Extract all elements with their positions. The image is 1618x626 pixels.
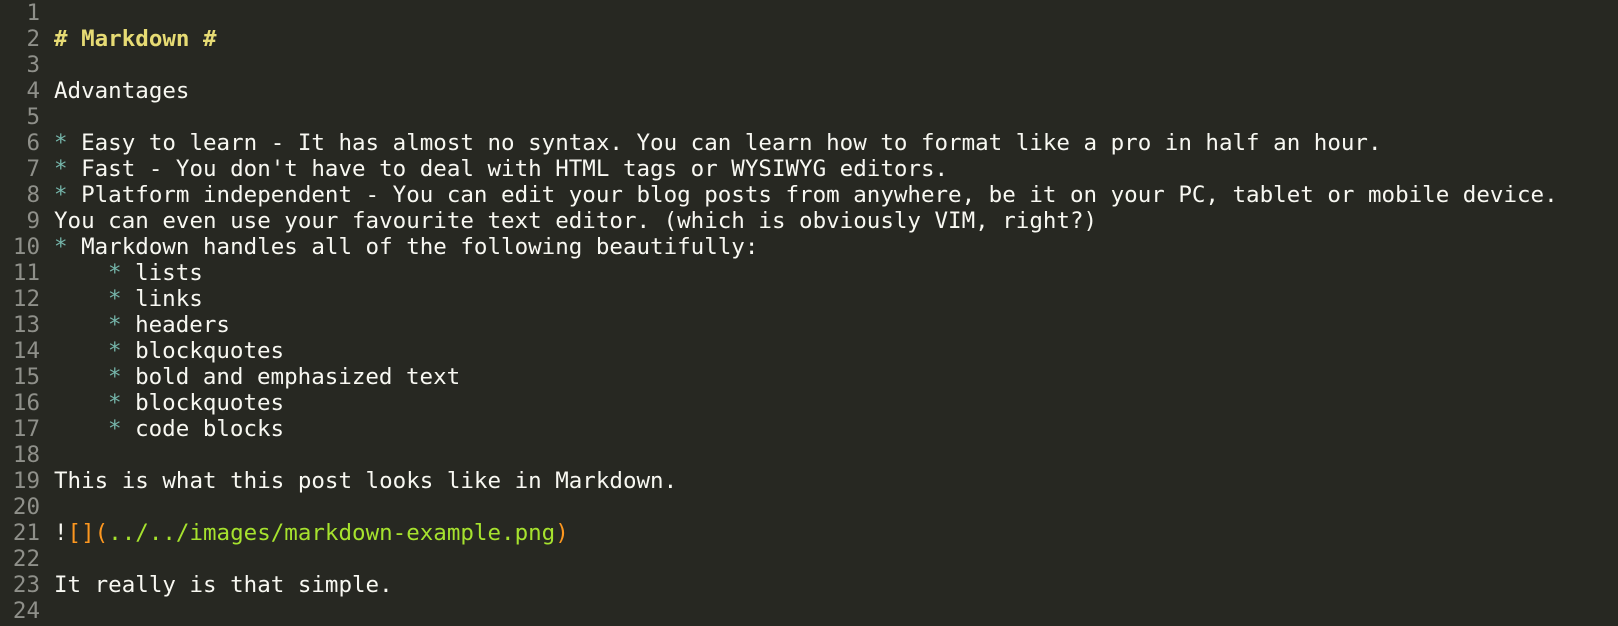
editor-line: 4 Advantages [0, 78, 1618, 104]
list-item-text: Markdown handles all of the following be… [67, 234, 759, 260]
line-content[interactable]: * Platform independent - You can edit yo… [40, 182, 1558, 208]
line-number: 9 [26, 208, 40, 234]
sublist-item-text: headers [121, 312, 230, 338]
editor-line: 5 [0, 104, 1618, 130]
line-content[interactable]: * lists [40, 260, 203, 286]
editor-line: 1 [0, 0, 1618, 26]
sublist-item-text: code blocks [121, 416, 285, 442]
editor-line: 2 # Markdown # [0, 26, 1618, 52]
editor-line: 21 ![](../../images/markdown-example.png… [0, 520, 1618, 546]
line-number: 22 [12, 546, 40, 572]
closing-text[interactable]: It really is that simple. [40, 572, 393, 598]
bullet-marker: * [108, 312, 122, 338]
editor-line: 11 * lists [0, 260, 1618, 286]
bullet-marker: * [54, 156, 68, 182]
line-number: 4 [26, 78, 40, 104]
editor-line: 15 * bold and emphasized text [0, 364, 1618, 390]
list-item-text: Fast - You don't have to deal with HTML … [67, 156, 949, 182]
image-close-paren: ) [555, 520, 569, 546]
line-number: 3 [26, 52, 40, 78]
line-content[interactable]: * blockquotes [40, 390, 284, 416]
post-description-text[interactable]: This is what this post looks like in Mar… [40, 468, 677, 494]
editor-line: 10 * Markdown handles all of the followi… [0, 234, 1618, 260]
line-number: 10 [12, 234, 40, 260]
editor-line: 17 * code blocks [0, 416, 1618, 442]
editor-line: 22 [0, 546, 1618, 572]
line-number: 16 [12, 390, 40, 416]
bullet-marker: * [108, 364, 122, 390]
line-number: 14 [12, 338, 40, 364]
markdown-heading[interactable]: # Markdown # [40, 26, 217, 52]
bullet-marker: * [108, 390, 122, 416]
sublist-item-text: lists [121, 260, 203, 286]
editor-line: 8 * Platform independent - You can edit … [0, 182, 1618, 208]
line-number: 21 [12, 520, 40, 546]
editor-line: 9 You can even use your favourite text e… [0, 208, 1618, 234]
line-number: 24 [12, 598, 40, 624]
line-content[interactable]: * Easy to learn - It has almost no synta… [40, 130, 1382, 156]
line-content[interactable]: * headers [40, 312, 230, 338]
line-number: 1 [26, 0, 40, 26]
bullet-marker: * [108, 338, 122, 364]
advantages-text[interactable]: Advantages [40, 78, 189, 104]
line-number: 2 [26, 26, 40, 52]
line-number: 23 [12, 572, 40, 598]
editor-line: 16 * blockquotes [0, 390, 1618, 416]
text-editor[interactable]: 1 2 # Markdown # 3 4 Advantages 5 6 * Ea… [0, 0, 1618, 626]
line-number: 15 [12, 364, 40, 390]
editor-line: 23 It really is that simple. [0, 572, 1618, 598]
image-open-paren: ( [94, 520, 109, 546]
line-content[interactable]: * blockquotes [40, 338, 284, 364]
editor-line: 6 * Easy to learn - It has almost no syn… [0, 130, 1618, 156]
line-number: 5 [26, 104, 40, 130]
list-item-text: Easy to learn - It has almost no syntax.… [67, 130, 1382, 156]
line-number: 6 [26, 130, 40, 156]
bullet-marker: * [54, 130, 68, 156]
markdown-image-link[interactable]: ![](../../images/markdown-example.png) [40, 520, 569, 546]
line-number: 8 [26, 182, 40, 208]
editor-line: 7 * Fast - You don't have to deal with H… [0, 156, 1618, 182]
line-number: 20 [12, 494, 40, 520]
sublist-item-text: bold and emphasized text [121, 364, 461, 390]
bullet-marker: * [108, 416, 122, 442]
image-alt-brackets: [] [67, 520, 95, 546]
line-number: 13 [12, 312, 40, 338]
line-content[interactable]: * Fast - You don't have to deal with HTM… [40, 156, 948, 182]
editor-line: 20 [0, 494, 1618, 520]
line-number: 7 [26, 156, 40, 182]
image-bang: ! [54, 520, 68, 546]
list-item-continuation[interactable]: You can even use your favourite text edi… [40, 208, 1097, 234]
line-content[interactable]: * links [40, 286, 203, 312]
line-number: 19 [12, 468, 40, 494]
editor-line: 19 This is what this post looks like in … [0, 468, 1618, 494]
editor-line: 3 [0, 52, 1618, 78]
bullet-marker: * [108, 260, 122, 286]
bullet-marker: * [54, 234, 68, 260]
line-content[interactable]: * code blocks [40, 416, 284, 442]
sublist-item-text: blockquotes [121, 338, 285, 364]
line-content[interactable]: * Markdown handles all of the following … [40, 234, 758, 260]
editor-line: 24 [0, 598, 1618, 624]
list-item-text: Platform independent - You can edit your… [67, 182, 1558, 208]
line-number: 17 [12, 416, 40, 442]
line-number: 12 [12, 286, 40, 312]
editor-line: 13 * headers [0, 312, 1618, 338]
image-url: ../../images/markdown-example.png [108, 520, 556, 546]
editor-line: 12 * links [0, 286, 1618, 312]
line-number: 18 [12, 442, 40, 468]
line-content[interactable]: * bold and emphasized text [40, 364, 460, 390]
sublist-item-text: links [121, 286, 203, 312]
bullet-marker: * [54, 182, 68, 208]
sublist-item-text: blockquotes [121, 390, 285, 416]
editor-line: 14 * blockquotes [0, 338, 1618, 364]
editor-line: 18 [0, 442, 1618, 468]
line-number: 11 [12, 260, 40, 286]
bullet-marker: * [108, 286, 122, 312]
